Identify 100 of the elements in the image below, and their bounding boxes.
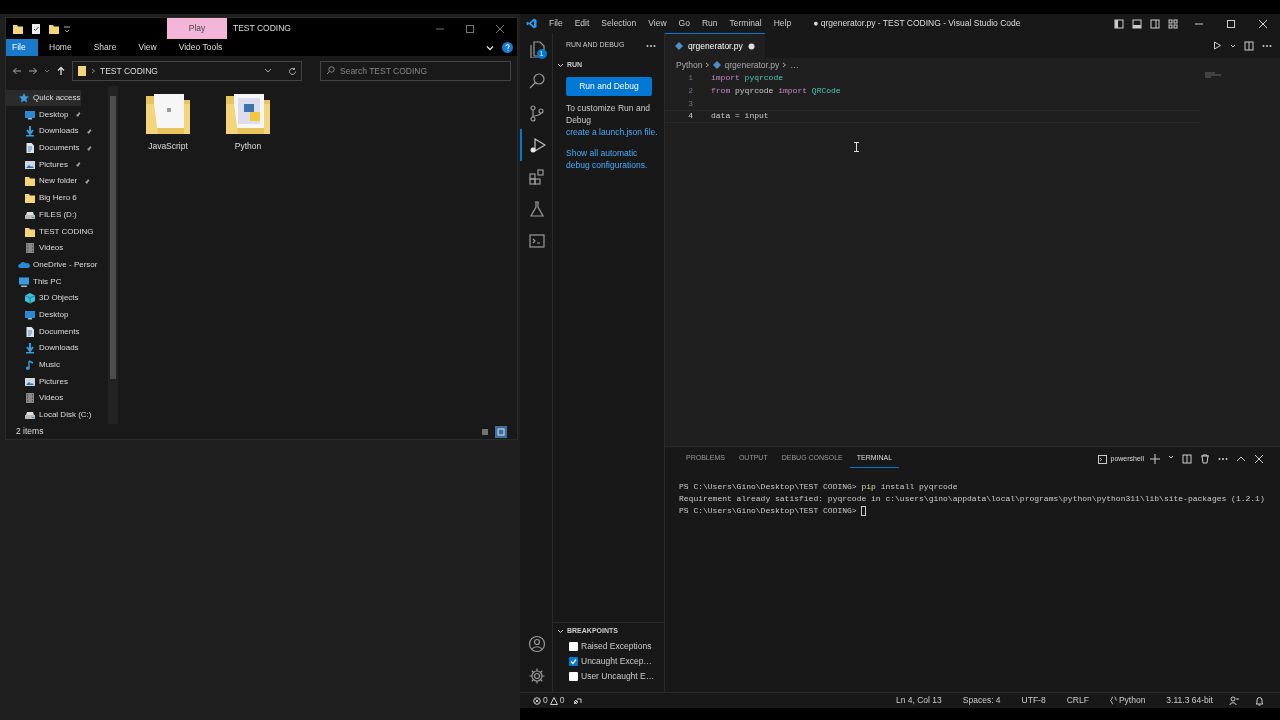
menu-item[interactable]: Run — [695, 17, 724, 30]
nav-item[interactable]: OneDrive - Persor — [6, 256, 98, 273]
toggle-secondary-sidebar-icon[interactable] — [1150, 18, 1160, 29]
terminal-window-icon[interactable] — [528, 232, 546, 250]
scrollbar[interactable] — [108, 86, 118, 424]
nav-item[interactable]: Quick access — [6, 90, 81, 106]
nav-item[interactable]: Pictures — [6, 373, 68, 390]
menu-item[interactable]: Edit — [568, 17, 596, 30]
source-control-icon[interactable] — [528, 104, 546, 122]
launch-json-link[interactable]: create a launch.json file. — [566, 127, 658, 137]
run-and-debug-button[interactable]: Run and Debug — [566, 77, 652, 96]
nav-item[interactable]: Local Disk (C:) — [6, 407, 92, 424]
extensions-icon[interactable] — [528, 168, 546, 186]
address-bar[interactable]: TEST CODING — [72, 61, 302, 81]
close-icon[interactable] — [1258, 18, 1268, 29]
ribbon-tab[interactable]: File — [6, 39, 38, 56]
nav-item[interactable]: Desktop — [6, 106, 84, 123]
nav-item[interactable]: Music — [6, 357, 60, 373]
nav-item[interactable]: Desktop — [6, 306, 69, 323]
nav-item[interactable]: Videos — [6, 390, 64, 407]
search-field[interactable]: Search TEST CODING — [320, 61, 511, 81]
nav-item[interactable]: This PC — [6, 273, 62, 290]
maximize-icon[interactable] — [1226, 18, 1236, 29]
dropdown-icon[interactable] — [264, 68, 272, 74]
status-item[interactable]: Ln 4, Col 13 — [890, 694, 947, 707]
settings-icon[interactable] — [528, 667, 546, 685]
ribbon-tab[interactable]: Home — [38, 39, 83, 56]
split-terminal-icon[interactable] — [1182, 454, 1192, 464]
menu-item[interactable]: Go — [672, 17, 696, 30]
status-item[interactable]: UTF-8 — [1016, 694, 1051, 707]
nav-item[interactable]: Documents — [6, 140, 95, 157]
checkbox[interactable] — [569, 657, 578, 666]
ribbon-tab[interactable]: View — [127, 39, 168, 56]
forward-icon[interactable] — [28, 66, 38, 76]
caret-icon[interactable] — [1230, 42, 1236, 49]
checkbox[interactable] — [569, 642, 578, 651]
menu-item[interactable]: Terminal — [723, 17, 768, 30]
code-line: from pyqrcode import QRCode — [711, 85, 841, 98]
back-icon[interactable] — [12, 66, 22, 76]
up-icon[interactable] — [56, 66, 66, 76]
error-icon — [533, 696, 541, 705]
status-item[interactable]: Spaces: 4 — [957, 694, 1006, 707]
help-icon[interactable] — [502, 42, 513, 53]
problems-indicator[interactable]: 0 0 — [528, 694, 570, 707]
folder-item[interactable]: Python — [222, 90, 274, 153]
nav-item[interactable]: TEST CODING — [6, 223, 94, 240]
line-number: 1 — [687, 72, 693, 85]
large-icons-view-button[interactable] — [495, 425, 507, 438]
nav-item[interactable]: Downloads — [6, 340, 79, 357]
bell-icon[interactable] — [1255, 695, 1264, 706]
status-item[interactable]: 3.11.3 64-bit — [1161, 694, 1218, 707]
status-item[interactable]: CRLF — [1061, 694, 1094, 707]
breadcrumb-item[interactable]: Python — [676, 58, 703, 72]
menu-item[interactable]: File — [543, 17, 569, 30]
properties-icon[interactable] — [30, 22, 42, 35]
chevron-up-icon[interactable] — [1236, 454, 1246, 464]
chevron-down-icon[interactable] — [486, 43, 494, 52]
account-icon[interactable] — [528, 635, 546, 653]
new-folder-icon[interactable] — [48, 22, 60, 35]
folder-item[interactable]: JavaScript — [142, 90, 194, 153]
window-title: TEST CODING — [233, 22, 291, 35]
nav-item[interactable]: 3D Objects — [6, 290, 79, 307]
breadcrumb-item[interactable]: … — [790, 58, 799, 72]
nav-item[interactable]: Downloads — [6, 123, 94, 140]
run-icon[interactable] — [1213, 41, 1222, 50]
nav-item[interactable]: New folder — [6, 173, 93, 190]
search-icon[interactable] — [528, 72, 546, 90]
trash-icon[interactable] — [1200, 454, 1210, 464]
checkbox[interactable] — [569, 672, 578, 681]
download-icon — [24, 125, 36, 138]
more-icon[interactable] — [1262, 43, 1272, 48]
feedback-icon[interactable] — [1229, 695, 1239, 706]
close-icon[interactable] — [1254, 454, 1264, 464]
debug-configurations-link[interactable]: Show all automatic debug configurations. — [566, 147, 656, 171]
toggle-panel-icon[interactable] — [1132, 18, 1142, 29]
nav-item[interactable]: Pictures — [6, 156, 83, 173]
menu-item[interactable]: Help — [767, 17, 798, 30]
nav-item[interactable]: Videos — [6, 240, 64, 257]
refresh-icon[interactable] — [288, 66, 297, 76]
ribbon-tab[interactable]: Video Tools — [167, 39, 234, 56]
toggle-sidebar-icon[interactable] — [1114, 18, 1124, 29]
more-icon[interactable] — [646, 43, 656, 48]
menu-item[interactable]: Selection — [595, 17, 643, 30]
status-item[interactable]: Python — [1104, 694, 1151, 707]
layout-icon[interactable] — [1168, 18, 1178, 29]
editor-tab[interactable]: qrgenerator.py — [665, 33, 765, 58]
nav-item[interactable]: Big Hero 6 — [6, 190, 77, 207]
live-share-icon[interactable] — [573, 696, 583, 705]
breadcrumb-item[interactable]: qrgenerator.py — [724, 58, 780, 72]
menu-item[interactable]: View — [642, 17, 673, 30]
run-debug-icon[interactable] — [528, 136, 546, 154]
plus-icon[interactable] — [1150, 454, 1160, 464]
files-icon[interactable] — [528, 40, 546, 58]
app-logo-icon — [526, 18, 537, 29]
ribbon-tab[interactable]: Share — [82, 39, 128, 56]
nav-item[interactable]: FILES (D:) — [6, 206, 77, 223]
flask-icon[interactable] — [528, 200, 546, 218]
nav-item[interactable]: Documents — [6, 323, 80, 340]
recent-locations-icon[interactable] — [44, 68, 50, 74]
split-editor-icon[interactable] — [1244, 40, 1254, 51]
